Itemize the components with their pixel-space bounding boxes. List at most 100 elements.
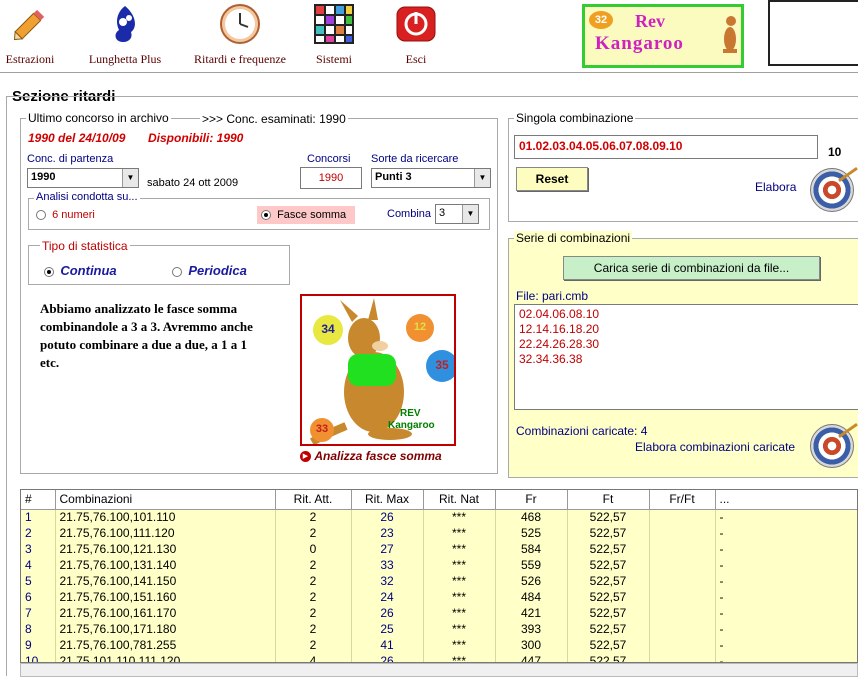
table-cell: 468 <box>495 509 568 525</box>
radio-label: Fasce somma <box>277 209 347 221</box>
table-cell <box>649 573 716 589</box>
chevron-down-icon: ▼ <box>122 169 138 187</box>
table-cell: 393 <box>495 621 568 637</box>
table-cell: - <box>715 589 857 605</box>
column-header[interactable]: ... <box>715 490 857 510</box>
table-cell: 4 <box>275 653 352 662</box>
radio-6-numeri[interactable]: 6 numeri <box>36 209 95 221</box>
table-row[interactable]: 7 21.75,76.100,161.170 2 26 *** 421 522,57 - <box>21 605 857 621</box>
table-row[interactable]: 5 21.75,76.100,141.150 2 32 *** 526 522,57 - <box>21 573 857 589</box>
single-count: 10 <box>828 145 842 159</box>
draws-input[interactable]: 1990 <box>300 167 362 189</box>
table-cell: 21.75,76.100,131.140 <box>55 557 276 573</box>
results-table[interactable]: # Combinazioni Rit. Att. Rit. Max Rit. N… <box>20 489 858 663</box>
table-row[interactable]: 4 21.75,76.100,131.140 2 33 *** 559 522,57 - <box>21 557 857 573</box>
analizza-fasce-link[interactable]: ▶ Analizza fasce somma <box>300 449 442 463</box>
table-cell: 4 <box>21 557 56 573</box>
table-cell: 27 <box>351 541 424 557</box>
table-cell: 1 <box>21 509 56 525</box>
table-row[interactable]: 2 21.75,76.100,111.120 2 23 *** 525 522,57- <box>21 525 857 541</box>
toolbar-ritardi-frequenze[interactable]: Ritardi e frequenze <box>184 0 296 67</box>
table-cell: - <box>715 605 857 621</box>
radio-button-selected <box>44 266 54 277</box>
column-header[interactable]: Ft <box>567 490 650 510</box>
table-cell: 522,57 <box>567 653 650 662</box>
table-cell: 0 <box>275 541 352 557</box>
table-row[interactable]: 3 21.75,76.100,121.130 0 27 *** 584 522,57 - <box>21 541 857 557</box>
table-cell: 300 <box>495 637 568 653</box>
description-text: Abbiamo analizzato le fasce somma combin… <box>40 301 253 370</box>
series-frame-label: Serie di combinazioni <box>514 231 633 245</box>
column-header[interactable]: Rit. Max <box>351 490 424 510</box>
combina-select[interactable]: 3 ▼ <box>435 204 479 224</box>
table-cell: *** <box>423 509 496 525</box>
radio-button-selected <box>261 210 271 221</box>
sort-select[interactable]: Punti 3 ▼ <box>371 168 491 188</box>
table-cell: - <box>715 557 857 573</box>
table-cell: 2 <box>21 525 56 541</box>
toolbar-sistemi[interactable]: Sistemi <box>306 0 362 67</box>
toolbar-lunghetta-plus[interactable]: Lunghetta Plus <box>78 0 172 67</box>
column-header[interactable]: Fr <box>495 490 568 510</box>
logo-line2: Kangaroo <box>595 33 684 54</box>
column-header[interactable]: # <box>21 490 56 510</box>
radio-fasce-somma[interactable]: Fasce somma <box>257 206 355 224</box>
table-cell: 2 <box>275 637 352 653</box>
table-row[interactable]: 1 21.75,76.100,101.110 2 26 *** 468 522,57 - <box>21 509 857 525</box>
table-row[interactable]: 9 21.75,76.100,781.255 2 41 *** 300 522,57 - <box>21 637 857 653</box>
series-textarea[interactable]: 02.04.06.08.10 12.14.16.18.20 22.24.26.2… <box>514 304 858 410</box>
target-icon[interactable] <box>810 422 858 468</box>
table-cell: 522,57 <box>567 621 650 637</box>
table-cell: *** <box>423 637 496 653</box>
last-draw: 1990 del 24/10/09 <box>28 131 126 145</box>
grid-icon <box>312 2 356 46</box>
table-cell: 526 <box>495 573 568 589</box>
table-cell: 5 <box>21 573 56 589</box>
single-combination-input[interactable]: 01.02.03.04.05.06.07.08.09.10 <box>514 135 818 159</box>
horizontal-scrollbar[interactable] <box>20 663 858 677</box>
table-cell: 522,57 <box>567 509 650 525</box>
table-cell: 2 <box>275 589 352 605</box>
table-cell: 21.75,76.100,161.170 <box>55 605 276 621</box>
column-header[interactable]: Rit. Nat <box>423 490 496 510</box>
radio-periodica[interactable]: Periodica <box>172 263 247 278</box>
table-cell: - <box>715 653 857 662</box>
radio-continua[interactable]: Continua <box>44 263 117 278</box>
target-icon[interactable] <box>810 166 858 212</box>
toolbar-esci[interactable]: Esci <box>390 0 442 67</box>
column-header[interactable]: Fr/Ft <box>649 490 716 510</box>
toolbar-estrazioni[interactable]: Estrazioni <box>0 0 60 67</box>
start-date: sabato 24 ott 2009 <box>147 177 239 189</box>
start-draw-select[interactable]: 1990 ▼ <box>27 168 139 188</box>
examined-count: >>> Conc. esaminati: 1990 <box>200 112 348 126</box>
table-cell: 522,57 <box>567 573 650 589</box>
table-cell <box>649 509 716 525</box>
sort-label: Sorte da ricercare <box>371 153 459 165</box>
rev-kangaroo-logo: 32 Rev Kangaroo <box>582 4 744 68</box>
column-header[interactable]: Rit. Att. <box>275 490 352 510</box>
series-line: 22.24.26.28.30 <box>519 337 600 351</box>
table-cell: - <box>715 525 857 541</box>
table-row[interactable]: 8 21.75,76.100,171.180 2 25 *** 393 522,57 - <box>21 621 857 637</box>
table-cell: 26 <box>351 605 424 621</box>
table-cell: *** <box>423 653 496 662</box>
series-line: 12.14.16.18.20 <box>519 322 600 336</box>
table-cell: 584 <box>495 541 568 557</box>
table-cell <box>649 589 716 605</box>
table-cell: 21.75,76.100,151.160 <box>55 589 276 605</box>
column-header[interactable]: Combinazioni <box>55 490 276 510</box>
table-row[interactable]: 10 21.75,101.110,111.120 4 26 *** 447 522,57 - <box>21 653 857 662</box>
table-cell: 559 <box>495 557 568 573</box>
available-count: Disponibili: 1990 <box>148 131 244 145</box>
load-series-button[interactable]: Carica serie di combinazioni da file... <box>563 256 820 280</box>
table-cell: 23 <box>351 525 424 541</box>
reset-button[interactable]: Reset <box>516 167 588 191</box>
lottery-hand-icon <box>103 2 147 46</box>
combina-label: Combina <box>387 208 432 220</box>
table-cell: 21.75,101.110,111.120 <box>55 653 276 662</box>
table-cell: *** <box>423 605 496 621</box>
table-cell <box>649 621 716 637</box>
table-cell: *** <box>423 541 496 557</box>
table-row[interactable]: 6 21.75,76.100,151.160 2 24 *** 484 522,57 - <box>21 589 857 605</box>
archive-frame-label: Ultimo concorso in archivo <box>26 111 171 125</box>
